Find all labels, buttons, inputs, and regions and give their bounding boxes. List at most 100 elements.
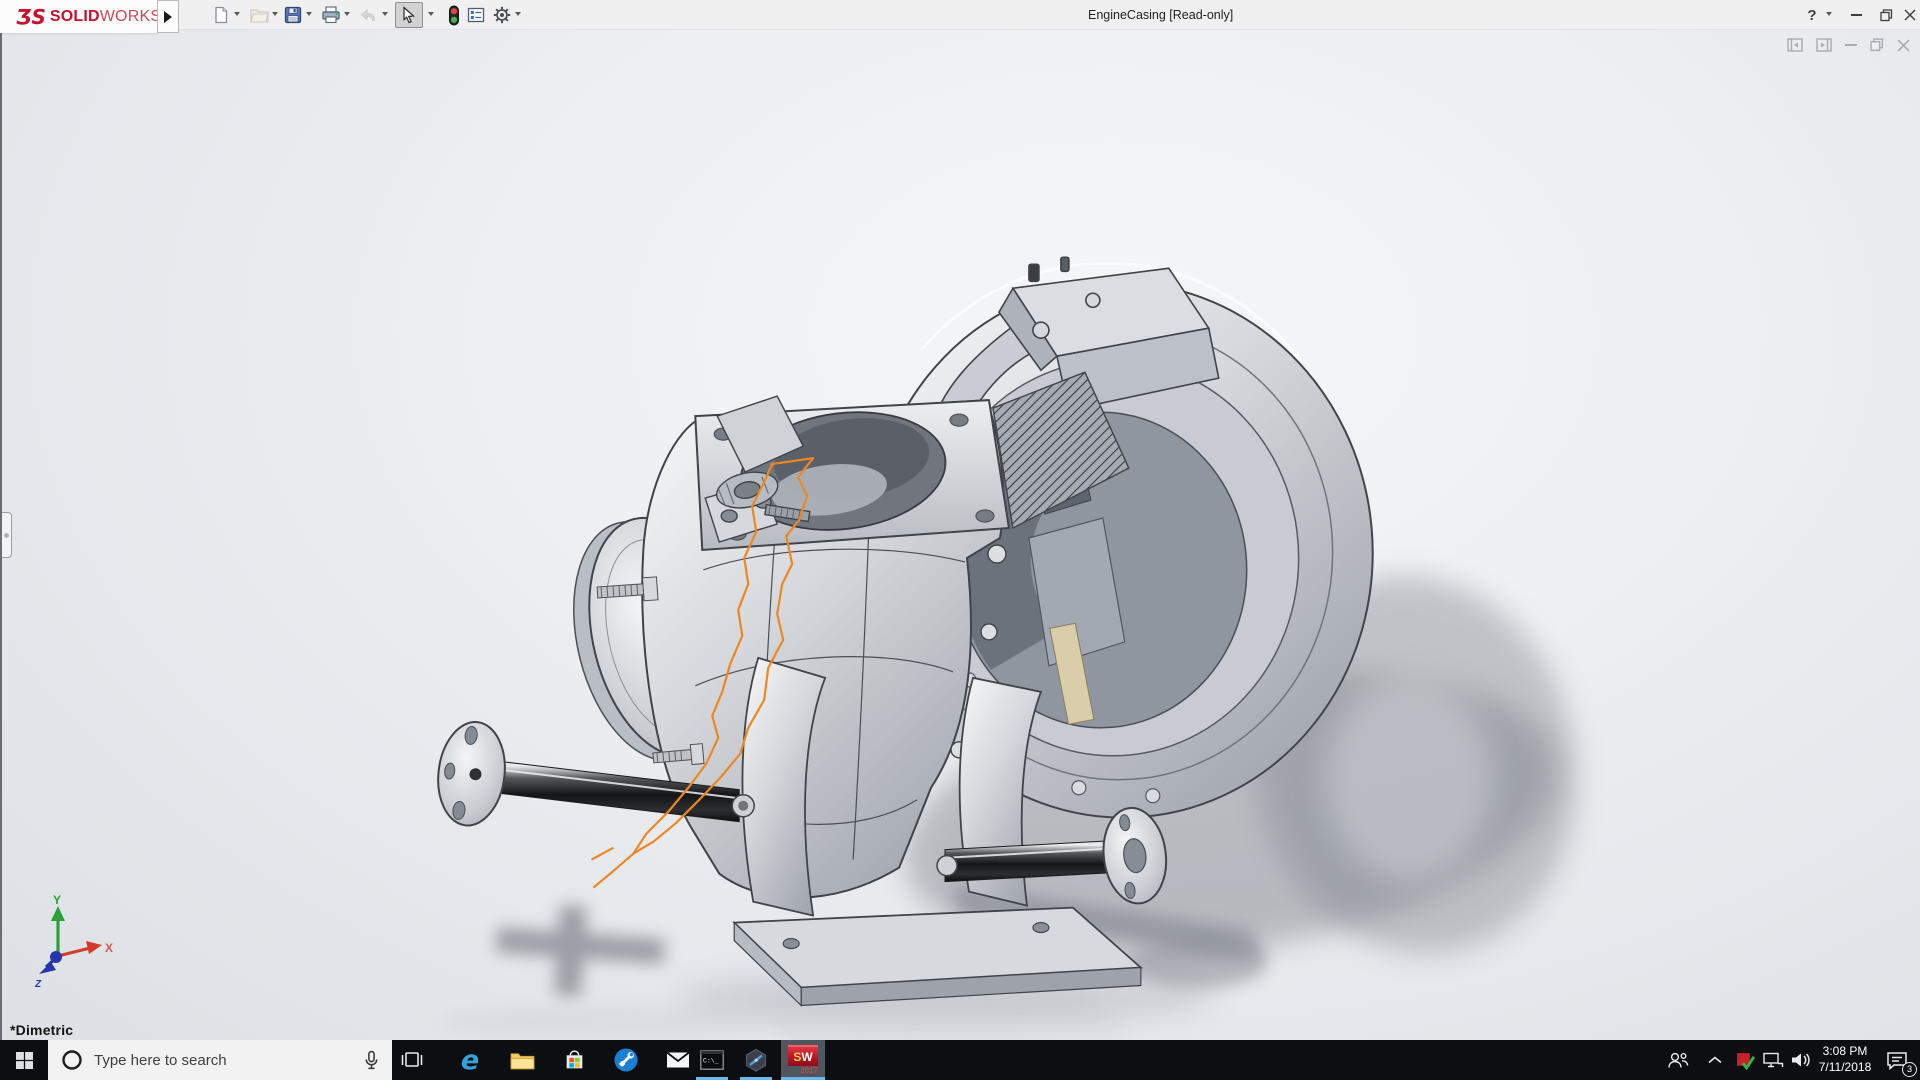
hexagon-app-icon bbox=[744, 1048, 768, 1072]
action-center-button[interactable]: 3 bbox=[1876, 1040, 1918, 1080]
doc-minimize-icon bbox=[1845, 44, 1857, 46]
undo-icon bbox=[360, 7, 378, 23]
edge-icon: e bbox=[461, 1047, 479, 1074]
volume-button[interactable] bbox=[1787, 1040, 1815, 1080]
cad-tool-button[interactable] bbox=[734, 1040, 778, 1080]
select-dropdown[interactable] bbox=[428, 12, 436, 20]
stoplight-icon bbox=[448, 5, 460, 26]
print-button[interactable] bbox=[318, 2, 344, 28]
minimize-button[interactable] bbox=[1842, 0, 1870, 30]
command-prompt-text: C:\_ bbox=[703, 1058, 719, 1065]
task-view-button[interactable] bbox=[390, 1040, 434, 1080]
new-document-dropdown[interactable] bbox=[234, 12, 242, 20]
options-dropdown[interactable] bbox=[515, 12, 523, 20]
command-prompt-button[interactable]: C:\_ bbox=[690, 1040, 734, 1080]
doc-close-button[interactable] bbox=[1897, 39, 1910, 52]
undo-dropdown[interactable] bbox=[382, 12, 390, 20]
windows-logo-icon bbox=[16, 1052, 33, 1069]
minimize-icon bbox=[1851, 14, 1862, 16]
toolbar-flyout-button[interactable] bbox=[157, 0, 179, 33]
undo-button[interactable] bbox=[356, 2, 382, 28]
people-icon bbox=[1666, 1050, 1690, 1070]
collapse-left-pane-button[interactable] bbox=[1787, 38, 1803, 52]
solidworks-logo: ƷS SOLIDWORKS bbox=[0, 0, 157, 33]
tray-date: 7/11/2018 bbox=[1819, 1060, 1872, 1076]
save-floppy-icon bbox=[284, 6, 302, 24]
volume-icon bbox=[1790, 1051, 1812, 1069]
store-icon bbox=[563, 1049, 586, 1072]
pane-left-icon bbox=[1787, 38, 1803, 52]
help-dropdown[interactable] bbox=[1826, 12, 1834, 20]
new-document-icon bbox=[212, 6, 230, 24]
print-icon bbox=[321, 6, 341, 24]
solidworks-window: ƷS SOLIDWORKS Engine bbox=[0, 0, 1920, 1080]
task-view-icon bbox=[400, 1048, 424, 1072]
y-axis-label: Y bbox=[53, 894, 61, 907]
collapse-right-pane-button[interactable] bbox=[1816, 38, 1832, 52]
x-axis-arrow bbox=[86, 941, 102, 954]
edge-button[interactable]: e bbox=[448, 1040, 492, 1080]
doc-restore-button[interactable] bbox=[1870, 38, 1884, 52]
network-icon bbox=[1762, 1051, 1784, 1069]
solidworks-check-icon bbox=[1736, 1051, 1755, 1070]
notification-badge: 3 bbox=[1902, 1062, 1917, 1077]
file-properties-icon bbox=[467, 7, 485, 23]
clock[interactable]: 3:08 PM 7/11/2018 bbox=[1815, 1040, 1875, 1080]
feature-manager-collapsed-tab[interactable] bbox=[2, 512, 12, 558]
doc-minimize-button[interactable] bbox=[1845, 44, 1857, 46]
open-dropdown[interactable] bbox=[272, 12, 280, 20]
people-button[interactable] bbox=[1660, 1040, 1696, 1080]
document-title: EngineCasing [Read-only] bbox=[1088, 0, 1233, 30]
file-properties-button[interactable] bbox=[463, 2, 489, 28]
flyout-arrow-icon bbox=[164, 11, 172, 23]
save-dropdown[interactable] bbox=[306, 12, 314, 20]
save-button[interactable] bbox=[280, 2, 306, 28]
gear-icon bbox=[493, 6, 511, 24]
close-button[interactable] bbox=[1899, 0, 1920, 30]
brand-works-text: WORKS bbox=[100, 8, 161, 26]
cortana-icon bbox=[61, 1049, 83, 1071]
graphics-viewport[interactable]: Y X Z *Dimetric bbox=[0, 30, 1920, 1040]
solidworks-taskbar-button[interactable]: SW 2017 bbox=[781, 1040, 825, 1080]
brand-solid-text: SOLID bbox=[50, 8, 100, 26]
new-document-button[interactable] bbox=[208, 2, 234, 28]
view-orientation-name: *Dimetric bbox=[10, 1022, 73, 1038]
command-prompt-icon: C:\_ bbox=[700, 1050, 724, 1070]
open-button[interactable] bbox=[246, 2, 272, 28]
select-button[interactable] bbox=[395, 2, 423, 28]
search-input[interactable] bbox=[94, 1052, 334, 1069]
file-explorer-button[interactable] bbox=[500, 1040, 544, 1080]
solidworks-logo-mark-icon: ƷS bbox=[16, 7, 46, 27]
doc-close-icon bbox=[1897, 39, 1910, 52]
restore-icon bbox=[1880, 9, 1893, 22]
print-dropdown[interactable] bbox=[344, 12, 352, 20]
chevron-up-icon bbox=[1707, 1055, 1723, 1065]
taskbar-search[interactable] bbox=[48, 1040, 392, 1080]
solidworks-2017-icon: SW 2017 bbox=[788, 1045, 818, 1075]
tray-time: 3:08 PM bbox=[1819, 1044, 1872, 1060]
file-explorer-icon bbox=[510, 1050, 535, 1071]
options-button[interactable] bbox=[489, 2, 515, 28]
restore-button[interactable] bbox=[1872, 0, 1900, 30]
wrench-circle-icon bbox=[613, 1047, 639, 1073]
model-canvas[interactable] bbox=[2, 30, 1920, 1040]
store-button[interactable] bbox=[552, 1040, 596, 1080]
document-window-controls bbox=[1787, 38, 1910, 52]
close-icon bbox=[1904, 9, 1916, 21]
orientation-triad: Y X Z bbox=[18, 894, 113, 992]
solidworks-tray-button[interactable] bbox=[1731, 1040, 1759, 1080]
start-button[interactable] bbox=[0, 1040, 48, 1080]
mail-icon bbox=[666, 1051, 690, 1069]
windows-taskbar: e C:\_ SW 2017 bbox=[0, 1040, 1920, 1080]
select-cursor-icon bbox=[400, 6, 418, 24]
x-axis-label: X bbox=[105, 941, 113, 955]
doc-restore-icon bbox=[1870, 38, 1884, 52]
y-axis-arrow bbox=[51, 906, 65, 921]
z-axis-label: Z bbox=[34, 979, 42, 990]
pane-right-icon bbox=[1816, 38, 1832, 52]
support-tool-button[interactable] bbox=[604, 1040, 648, 1080]
hidden-icons-button[interactable] bbox=[1700, 1040, 1730, 1080]
help-button[interactable]: ? bbox=[1802, 0, 1822, 30]
title-bar: ƷS SOLIDWORKS Engine bbox=[0, 0, 1920, 30]
network-button[interactable] bbox=[1759, 1040, 1787, 1080]
